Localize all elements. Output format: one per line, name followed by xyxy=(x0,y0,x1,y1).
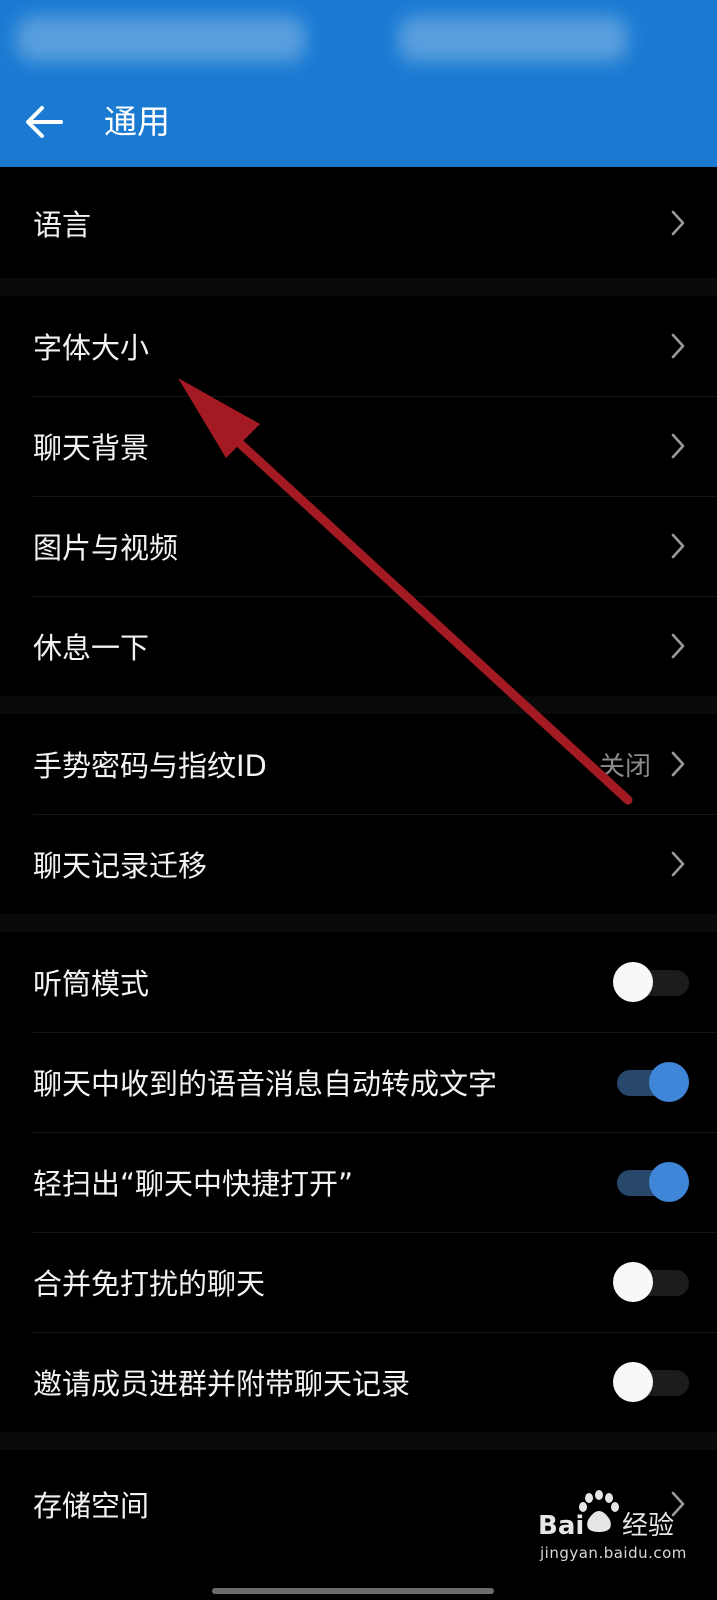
settings-item-gesture-password[interactable]: 手势密码与指纹ID 关闭 xyxy=(0,714,717,814)
app-header: 通用 xyxy=(0,0,717,167)
svg-text:经验: 经验 xyxy=(622,1511,674,1541)
toggle-knob xyxy=(649,1062,689,1102)
arrow-left-icon xyxy=(26,106,63,138)
settings-group-security: 手势密码与指纹ID 关闭 聊天记录迁移 xyxy=(0,714,717,914)
back-button[interactable] xyxy=(18,96,70,148)
group-separator xyxy=(0,914,717,932)
toggle-knob xyxy=(613,1262,653,1302)
group-separator xyxy=(0,696,717,714)
settings-item-take-a-break[interactable]: 休息一下 xyxy=(0,596,717,696)
settings-item-label: 邀请成员进群并附带聊天记录 xyxy=(33,1367,411,1401)
chevron-right-icon xyxy=(667,531,689,561)
settings-item-label: 轻扫出“聊天中快捷打开” xyxy=(33,1167,354,1201)
toggle-knob xyxy=(649,1162,689,1202)
group-separator xyxy=(0,278,717,296)
chevron-right-icon xyxy=(667,331,689,361)
chevron-right-icon xyxy=(667,208,689,238)
svg-text:Bai: Bai xyxy=(538,1511,584,1541)
toggle-switch[interactable] xyxy=(613,1062,689,1102)
settings-item-value: 关闭 xyxy=(598,751,651,782)
settings-item-language[interactable]: 语言 xyxy=(0,167,717,278)
chevron-right-icon xyxy=(667,849,689,879)
status-bar-blurred-right xyxy=(398,16,628,62)
settings-item-chat-background[interactable]: 聊天背景 xyxy=(0,396,717,496)
settings-item-font-size[interactable]: 字体大小 xyxy=(0,296,717,396)
toggle-switch[interactable] xyxy=(613,1262,689,1302)
settings-item-label: 字体大小 xyxy=(33,331,150,365)
settings-group-display: 字体大小 聊天背景 图片与视频 休息一下 xyxy=(0,296,717,696)
toggle-knob xyxy=(613,962,653,1002)
settings-item-chat-history-migration[interactable]: 聊天记录迁移 xyxy=(0,814,717,914)
settings-item-label: 休息一下 xyxy=(33,631,150,665)
settings-item-swipe-quick-open: 轻扫出“聊天中快捷打开” xyxy=(0,1132,717,1232)
settings-item-label: 聊天记录迁移 xyxy=(33,849,208,883)
group-separator xyxy=(0,1432,717,1450)
settings-item-label: 听筒模式 xyxy=(33,967,150,1001)
chevron-right-icon xyxy=(667,749,689,779)
settings-group-language: 语言 xyxy=(0,167,717,278)
chevron-right-icon xyxy=(667,431,689,461)
settings-list: 语言 字体大小 聊天背景 图片与视频 休息一下 手势密码与指纹ID 关闭 聊天记… xyxy=(0,167,717,1557)
status-bar-blurred-left xyxy=(16,16,306,62)
baidu-jingyan-watermark-logo: Bai 经验 xyxy=(538,1490,674,1541)
settings-item-merge-muted-chats: 合并免打扰的聊天 xyxy=(0,1232,717,1332)
toggle-switch[interactable] xyxy=(613,1362,689,1402)
toggle-knob xyxy=(613,1362,653,1402)
chevron-right-icon xyxy=(667,631,689,661)
settings-item-earpiece-mode: 听筒模式 xyxy=(0,932,717,1032)
settings-item-label: 聊天中收到的语音消息自动转成文字 xyxy=(33,1067,498,1101)
toggle-switch[interactable] xyxy=(613,962,689,1002)
settings-item-label: 合并免打扰的聊天 xyxy=(33,1267,266,1301)
settings-item-label: 图片与视频 xyxy=(33,531,179,565)
settings-item-label: 手势密码与指纹ID xyxy=(33,749,267,783)
page-title: 通用 xyxy=(104,102,170,141)
settings-item-photos-videos[interactable]: 图片与视频 xyxy=(0,496,717,596)
settings-item-invite-with-history: 邀请成员进群并附带聊天记录 xyxy=(0,1332,717,1432)
toggle-switch[interactable] xyxy=(613,1162,689,1202)
settings-item-label: 语言 xyxy=(33,207,92,242)
settings-item-label: 聊天背景 xyxy=(33,431,150,465)
settings-item-voice-to-text: 聊天中收到的语音消息自动转成文字 xyxy=(0,1032,717,1132)
home-indicator[interactable] xyxy=(212,1588,494,1594)
watermark-url: jingyan.baidu.com xyxy=(540,1544,687,1562)
settings-group-toggles: 听筒模式 聊天中收到的语音消息自动转成文字 轻扫出“聊天中快捷打开” 合并免打扰… xyxy=(0,932,717,1432)
